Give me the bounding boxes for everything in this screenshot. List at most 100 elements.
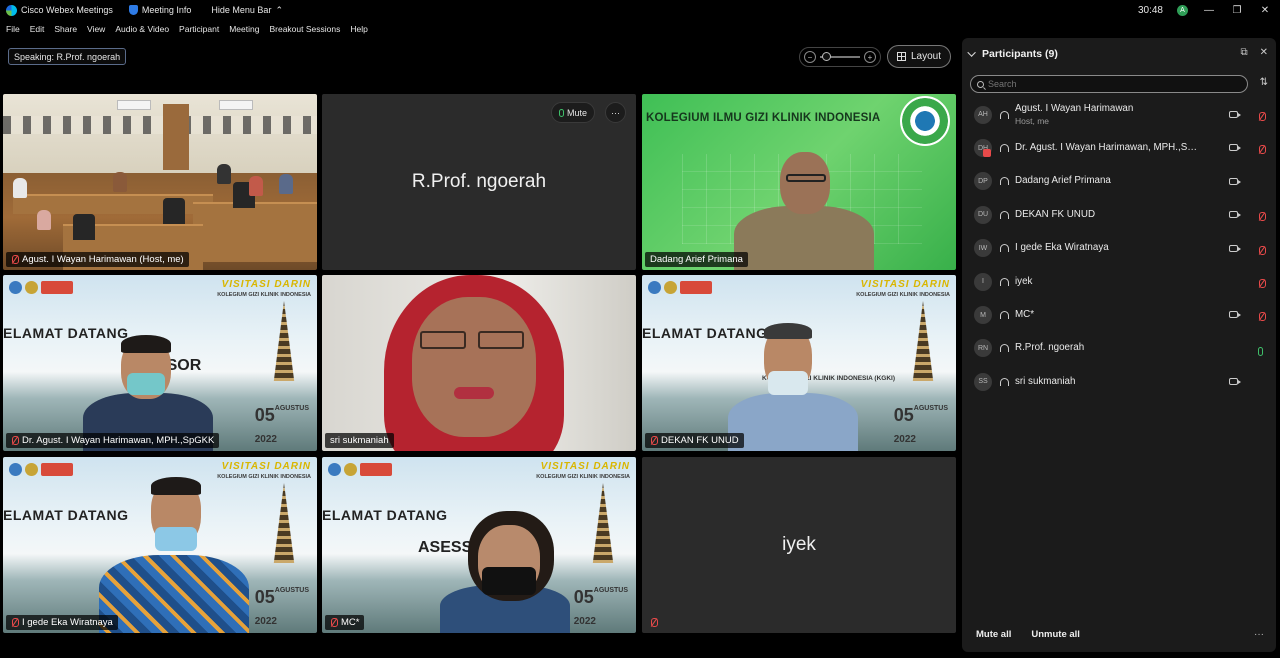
date-month: AGUSTUS bbox=[274, 405, 309, 412]
participant-mic[interactable] bbox=[1258, 309, 1266, 327]
avatar: M bbox=[974, 306, 992, 325]
zoom-out-icon[interactable]: − bbox=[804, 51, 816, 63]
restore-icon[interactable]: ❐ bbox=[1230, 5, 1244, 16]
participant-row[interactable]: RN R.Prof. ngoerah bbox=[962, 332, 1276, 365]
date-year: 2022 bbox=[254, 434, 277, 445]
avatar-initials: RN bbox=[977, 344, 989, 352]
menu-breakout-sessions[interactable]: Breakout Sessions bbox=[269, 24, 340, 34]
participant-name: sri sukmaniah bbox=[1015, 375, 1076, 387]
more-options-button[interactable]: ··· bbox=[605, 102, 626, 123]
sort-icon[interactable]: ⇅ bbox=[1260, 77, 1268, 88]
minimize-icon[interactable]: — bbox=[1202, 5, 1216, 16]
search-input[interactable] bbox=[988, 79, 1228, 89]
chair bbox=[163, 198, 185, 224]
tile-name-tag bbox=[645, 615, 662, 630]
video-tile[interactable]: KOLEGIUM ILMU GIZI KLINIK INDONESIA Dada… bbox=[642, 94, 956, 270]
app-title: Cisco Webex Meetings bbox=[6, 4, 113, 16]
tile-name-tag: Agust. I Wayan Harimawan (Host, me) bbox=[6, 252, 189, 267]
person-hair bbox=[151, 477, 201, 495]
participants-title: Participants (9) bbox=[982, 48, 1058, 60]
participant-mic[interactable] bbox=[1258, 209, 1266, 227]
temple-tower bbox=[273, 483, 295, 563]
menu-audio-video[interactable]: Audio & Video bbox=[115, 24, 169, 34]
chevron-up-icon: ⌃ bbox=[275, 4, 283, 15]
zoom-slider-handle[interactable] bbox=[822, 52, 831, 61]
menu-participant[interactable]: Participant bbox=[179, 24, 219, 34]
menu-share[interactable]: Share bbox=[54, 24, 77, 34]
speaking-indicator: Speaking: R.Prof. ngoerah bbox=[8, 48, 127, 65]
video-tile[interactable]: Agust. I Wayan Harimawan (Host, me) bbox=[3, 94, 317, 270]
mute-all-button[interactable]: Mute all bbox=[976, 629, 1011, 640]
person-head bbox=[412, 297, 536, 437]
avatar: RN bbox=[974, 339, 992, 358]
unmute-all-button[interactable]: Unmute all bbox=[1031, 629, 1080, 640]
participant-name-block: Dr. Agust. I Wayan Harimawan, MPH.,SpGKK bbox=[1015, 142, 1200, 154]
mic-muted-icon bbox=[650, 435, 658, 446]
conference-table bbox=[193, 202, 317, 262]
menu-meeting[interactable]: Meeting bbox=[229, 24, 259, 34]
webex-logo-icon bbox=[6, 4, 17, 16]
participant-search[interactable] bbox=[970, 75, 1248, 93]
video-tile[interactable]: Mute ··· R.Prof. ngoerah bbox=[322, 94, 636, 270]
date-year: 2022 bbox=[254, 616, 277, 627]
participants-header[interactable]: Participants (9) bbox=[967, 46, 1058, 62]
layout-button[interactable]: Layout bbox=[887, 45, 951, 68]
participant-name: DEKAN FK UNUD bbox=[1015, 208, 1096, 220]
video-tile[interactable]: VISITASI DARIN KOLEGIUM GIZI KLINIK INDO… bbox=[3, 457, 317, 633]
participant-mic[interactable] bbox=[1258, 243, 1266, 261]
date-month: AGUSTUS bbox=[274, 587, 309, 594]
banner-date: 05AGUSTUS 2022 bbox=[894, 405, 948, 447]
headset-icon bbox=[1000, 110, 1009, 119]
zoom-in-icon[interactable]: + bbox=[864, 51, 876, 63]
menu-file[interactable]: File bbox=[6, 24, 20, 34]
user-status-avatar[interactable]: A bbox=[1177, 4, 1188, 16]
close-panel-icon[interactable]: ✕ bbox=[1260, 47, 1268, 58]
tile-actions: Mute ··· bbox=[550, 102, 626, 123]
avatar-initials: M bbox=[980, 311, 986, 319]
speaking-name: R.Prof. ngoerah bbox=[56, 51, 121, 62]
participant-mic[interactable] bbox=[1258, 276, 1266, 294]
participant-mic[interactable] bbox=[1258, 343, 1263, 361]
mic-muted-icon bbox=[11, 617, 19, 628]
chair bbox=[73, 214, 95, 240]
video-tile[interactable]: VISITASI DARIN KOLEGIUM GIZI KLINIK INDO… bbox=[3, 275, 317, 451]
participant-role: Host, me bbox=[1015, 115, 1050, 126]
menu-edit[interactable]: Edit bbox=[30, 24, 45, 34]
institution-logos bbox=[9, 281, 73, 294]
participant-row[interactable]: DP Dadang Arief Primana bbox=[962, 165, 1276, 198]
person-torso bbox=[734, 206, 874, 270]
video-tile[interactable]: sri sukmaniah bbox=[322, 275, 636, 451]
participant-mic[interactable] bbox=[1258, 142, 1266, 160]
hide-menu-bar-button[interactable]: Hide Menu Bar ⌃ bbox=[211, 5, 283, 16]
zoom-slider[interactable] bbox=[820, 52, 860, 61]
participant-row[interactable]: SS sri sukmaniah bbox=[962, 365, 1276, 398]
video-tile[interactable]: iyek bbox=[642, 457, 956, 633]
participant-mic[interactable] bbox=[1258, 109, 1266, 127]
tile-name: DEKAN FK UNUD bbox=[661, 435, 739, 446]
avatar-initials: IW bbox=[978, 244, 988, 252]
mute-participant-button[interactable]: Mute bbox=[550, 102, 595, 123]
pop-out-icon[interactable]: ⧉ bbox=[1240, 47, 1247, 58]
date-year: 2022 bbox=[893, 434, 916, 445]
video-tile[interactable]: VISITASI DARIN KOLEGIUM GIZI KLINIK INDO… bbox=[642, 275, 956, 451]
more-options-icon[interactable]: ··· bbox=[1254, 629, 1264, 640]
participant-row[interactable]: AH Agust. I Wayan Harimawan Host, me bbox=[962, 98, 1276, 131]
video-tile[interactable]: VISITASI DARIN KOLEGIUM GIZI KLINIK INDO… bbox=[322, 457, 636, 633]
close-icon[interactable]: ✕ bbox=[1258, 5, 1272, 16]
mic-muted-icon bbox=[1258, 278, 1266, 289]
glasses bbox=[420, 331, 466, 349]
speaking-label: Speaking: bbox=[14, 51, 55, 62]
meeting-info-button[interactable]: Meeting Info bbox=[128, 5, 191, 15]
participant-row[interactable]: M MC* bbox=[962, 298, 1276, 331]
banner-title: VISITASI DARIN bbox=[221, 279, 311, 290]
menu-help[interactable]: Help bbox=[350, 24, 367, 34]
participant-row[interactable]: IW I gede Eka Wiratnaya bbox=[962, 232, 1276, 265]
search-icon bbox=[977, 80, 984, 88]
participant-row[interactable]: I iyek bbox=[962, 265, 1276, 298]
participant-row[interactable]: DH Dr. Agust. I Wayan Harimawan, MPH.,Sp… bbox=[962, 131, 1276, 164]
avatar-initials: I bbox=[982, 278, 984, 286]
avatar: AH bbox=[974, 105, 992, 124]
menu-view[interactable]: View bbox=[87, 24, 105, 34]
participant-row[interactable]: DU DEKAN FK UNUD bbox=[962, 198, 1276, 231]
mic-muted-icon bbox=[11, 435, 19, 446]
